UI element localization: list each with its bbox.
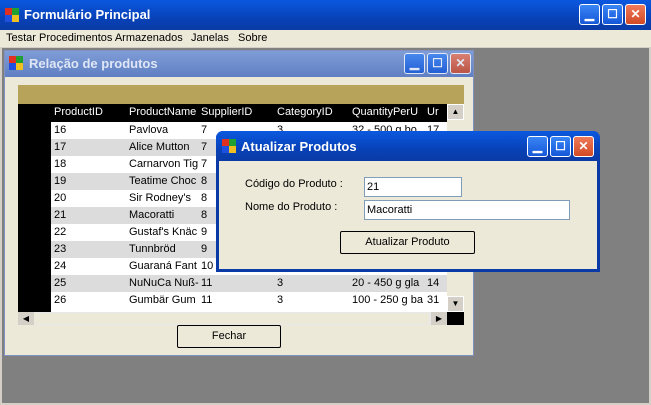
main-titlebar[interactable]: Formulário Principal ▁ ☐ ✕: [0, 0, 651, 30]
products-maximize-button[interactable]: ☐: [427, 53, 448, 74]
grid-column-header[interactable]: QuantityPerU: [352, 105, 425, 120]
grid-horizontal-scrollbar[interactable]: ◀ ▶: [18, 312, 447, 325]
grid-column-header[interactable]: CategoryID: [277, 105, 350, 120]
table-cell[interactable]: Macoratti: [129, 208, 199, 223]
dialog-maximize-button[interactable]: ☐: [550, 136, 571, 157]
scroll-right-arrow-icon[interactable]: ▶: [431, 312, 447, 325]
fechar-button[interactable]: Fechar: [177, 325, 281, 348]
table-cell[interactable]: Gumbär Gum: [129, 293, 199, 308]
table-cell[interactable]: 26: [54, 293, 127, 308]
table-cell[interactable]: 3: [277, 276, 350, 291]
codigo-label: Código do Produto :: [245, 178, 343, 190]
main-window-title: Formulário Principal: [24, 7, 151, 22]
atualizar-produto-button[interactable]: Atualizar Produto: [340, 231, 475, 254]
table-cell[interactable]: 3: [277, 293, 350, 308]
dialog-icon: [222, 139, 236, 153]
menu-janelas[interactable]: Janelas: [191, 32, 229, 44]
minimize-icon: ▁: [532, 139, 543, 153]
minimize-button[interactable]: ▁: [579, 4, 600, 25]
products-window-icon: [9, 56, 23, 70]
table-cell[interactable]: 22: [54, 225, 127, 240]
table-cell[interactable]: Carnarvon Tig: [129, 157, 199, 172]
scroll-thumb-horizontal[interactable]: [34, 313, 429, 324]
menu-testar-procedimentos[interactable]: Testar Procedimentos Armazenados: [6, 32, 183, 44]
update-dialog-title: Atualizar Produtos: [241, 139, 357, 154]
close-icon: ✕: [630, 7, 641, 21]
update-dialog-titlebar[interactable]: Atualizar Produtos ▁ ☐ ✕: [216, 131, 600, 161]
table-cell[interactable]: 23: [54, 242, 127, 257]
grid-column-header[interactable]: SupplierID: [201, 105, 275, 120]
table-cell[interactable]: Guaraná Fant: [129, 259, 199, 274]
table-cell[interactable]: Teatime Choc: [129, 174, 199, 189]
maximize-icon: ☐: [432, 56, 443, 70]
dialog-close-button[interactable]: ✕: [573, 136, 594, 157]
update-dialog-body: Código do Produto : 21 Nome do Produto :…: [219, 161, 597, 269]
update-dialog: Atualizar Produtos ▁ ☐ ✕ Código do Produ…: [216, 131, 600, 272]
products-close-button[interactable]: ✕: [450, 53, 471, 74]
grid-column-header[interactable]: ProductName: [129, 105, 199, 120]
scroll-left-arrow-icon[interactable]: ◀: [18, 312, 34, 325]
table-cell[interactable]: 20: [54, 191, 127, 206]
close-icon: ✕: [455, 56, 466, 70]
dialog-minimize-button[interactable]: ▁: [527, 136, 548, 157]
minimize-icon: ▁: [409, 56, 420, 70]
nome-label: Nome do Produto :: [245, 201, 338, 213]
table-cell[interactable]: 11: [201, 293, 275, 308]
grid-caption-bar: [18, 85, 464, 104]
grid-column-header[interactable]: ProductID: [54, 105, 127, 120]
app-icon: [5, 8, 19, 22]
products-window-title: Relação de produtos: [29, 56, 158, 71]
table-cell[interactable]: Tunnbröd: [129, 242, 199, 257]
table-cell[interactable]: 19: [54, 174, 127, 189]
table-row[interactable]: 25 NuNuCa Nuß- 11 3 20 - 450 g gla 14: [51, 275, 447, 292]
close-button[interactable]: ✕: [625, 4, 646, 25]
table-cell[interactable]: NuNuCa Nuß-: [129, 276, 199, 291]
table-cell[interactable]: 18: [54, 157, 127, 172]
products-minimize-button[interactable]: ▁: [404, 53, 425, 74]
grid-column-header[interactable]: Ur: [427, 105, 445, 120]
maximize-icon: ☐: [607, 7, 618, 21]
codigo-produto-input[interactable]: 21: [364, 177, 462, 197]
products-titlebar[interactable]: Relação de produtos ▁ ☐ ✕: [5, 51, 473, 77]
table-cell[interactable]: Pavlova: [129, 123, 199, 138]
table-cell[interactable]: 24: [54, 259, 127, 274]
table-cell[interactable]: 17: [54, 140, 127, 155]
table-cell[interactable]: 25: [54, 276, 127, 291]
maximize-icon: ☐: [555, 139, 566, 153]
table-cell[interactable]: Alice Mutton: [129, 140, 199, 155]
table-cell[interactable]: Sir Rodney's: [129, 191, 199, 206]
menu-sobre[interactable]: Sobre: [238, 32, 267, 44]
table-cell[interactable]: 20 - 450 g gla: [352, 276, 425, 291]
maximize-button[interactable]: ☐: [602, 4, 623, 25]
table-cell[interactable]: 21: [54, 208, 127, 223]
table-cell[interactable]: 11: [201, 276, 275, 291]
table-row[interactable]: 26 Gumbär Gum 11 3 100 - 250 g ba 31: [51, 292, 447, 309]
nome-produto-input[interactable]: Macoratti: [364, 200, 570, 220]
scroll-up-arrow-icon[interactable]: ▲: [447, 104, 464, 120]
table-cell[interactable]: Gustaf's Knäc: [129, 225, 199, 240]
table-cell[interactable]: 31: [427, 293, 445, 308]
close-icon: ✕: [578, 139, 589, 153]
table-cell[interactable]: 14: [427, 276, 445, 291]
table-cell[interactable]: 100 - 250 g ba: [352, 293, 425, 308]
scroll-down-arrow-icon[interactable]: ▼: [447, 296, 464, 312]
minimize-icon: ▁: [584, 7, 595, 21]
menu-bar: Testar Procedimentos Armazenados Janelas…: [0, 30, 651, 47]
table-cell[interactable]: 16: [54, 123, 127, 138]
